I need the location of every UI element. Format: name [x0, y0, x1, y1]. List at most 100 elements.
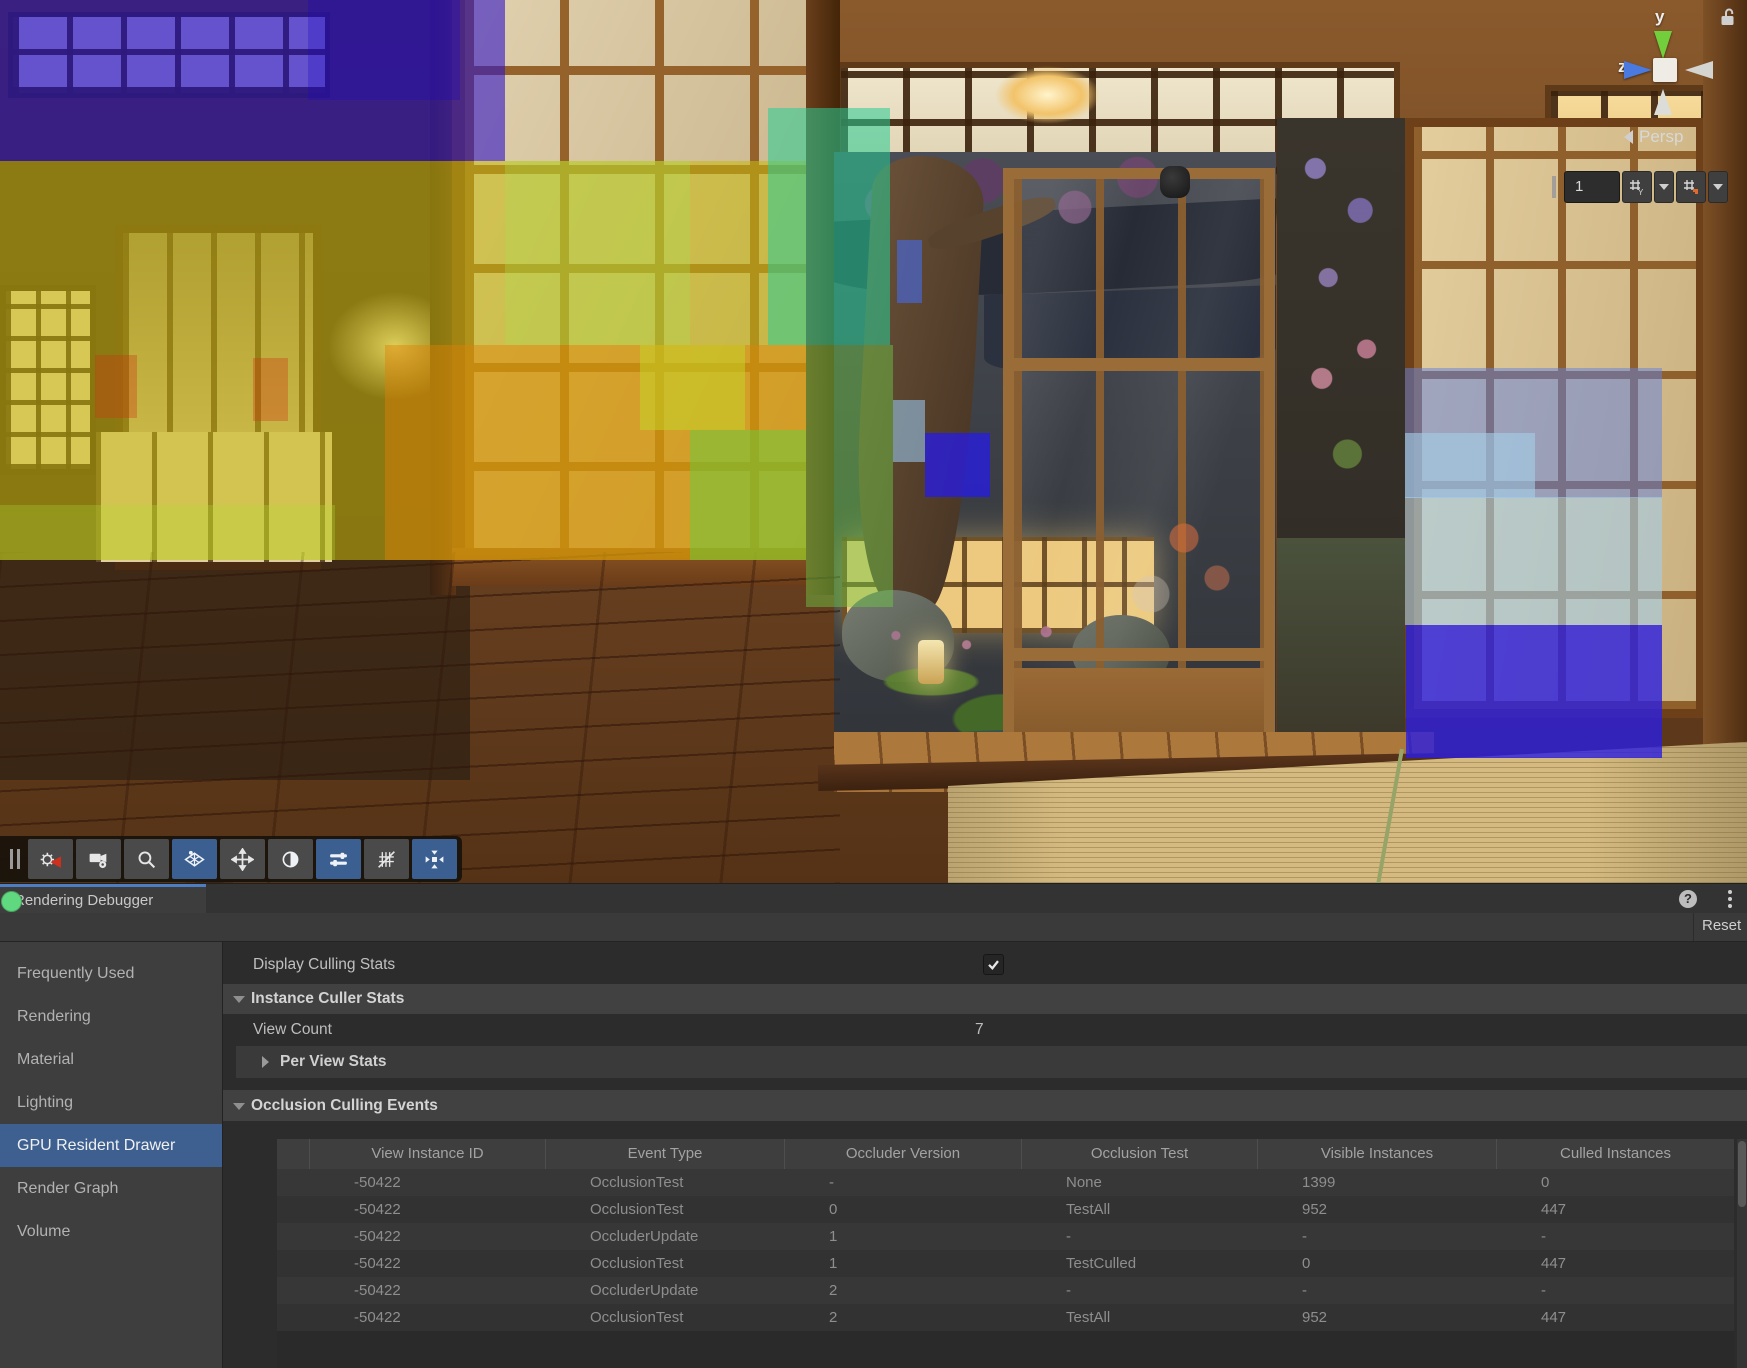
- status-dot-icon: [1, 891, 22, 912]
- main-panel: Display Culling Stats Instance Culler St…: [223, 942, 1747, 1368]
- lock-icon[interactable]: [1720, 7, 1736, 32]
- chevron-down-icon: [1713, 184, 1723, 190]
- help-icon[interactable]: ?: [1679, 890, 1697, 908]
- sidebar-item-frequently-used[interactable]: Frequently Used: [0, 952, 222, 995]
- shaded-wireframe-button[interactable]: [172, 839, 217, 879]
- move-tool-button[interactable]: [220, 839, 265, 879]
- view-count-value: 7: [975, 1021, 984, 1039]
- debugger-content: Frequently UsedRenderingMaterialLighting…: [0, 942, 1747, 1368]
- column-header: Occlusion Test: [1021, 1139, 1257, 1169]
- view-count-row: View Count 7: [223, 1014, 1747, 1046]
- table-row[interactable]: -50422OccluderUpdate1---: [277, 1223, 1734, 1250]
- reset-button[interactable]: Reset: [1702, 917, 1741, 934]
- instance-culler-stats-title: Instance Culler Stats: [251, 990, 404, 1008]
- projection-toggle[interactable]: Persp: [1624, 127, 1683, 147]
- down-axis-cone[interactable]: [1654, 89, 1672, 115]
- tab-rendering-debugger[interactable]: Rendering Debugger: [0, 884, 206, 914]
- effects-debug-button[interactable]: [28, 839, 73, 879]
- table-cell: 1: [784, 1223, 1021, 1250]
- persp-chevron-icon: [1624, 130, 1633, 144]
- persp-label: Persp: [1639, 127, 1683, 147]
- scene-camera-button[interactable]: [76, 839, 121, 879]
- table-cell: 2: [784, 1304, 1021, 1331]
- unity-editor: y z Persp 1 Y: [0, 0, 1747, 1368]
- column-header-spacer: [277, 1139, 309, 1169]
- table-cell: OccluderUpdate: [545, 1277, 784, 1304]
- sidebar-item-material[interactable]: Material: [0, 1038, 222, 1081]
- events-table: View Instance IDEvent TypeOccluder Versi…: [277, 1139, 1734, 1368]
- overlay-deepblue-small: [925, 433, 990, 497]
- spacer: [223, 1078, 1747, 1090]
- grid-visibility-button[interactable]: [364, 839, 409, 879]
- foldout-open-icon: [233, 1103, 245, 1110]
- scrollbar-thumb[interactable]: [1738, 1141, 1746, 1207]
- foldout-open-icon: [233, 996, 245, 1003]
- table-scrollbar[interactable]: [1737, 1139, 1747, 1368]
- table-cell: -50422: [309, 1196, 545, 1223]
- column-header: Occluder Version: [784, 1139, 1021, 1169]
- toolbar-handle-icon[interactable]: [1552, 176, 1556, 198]
- grid-snap-toolbar: 1 Y: [1552, 170, 1747, 204]
- table-row[interactable]: -50422OcclusionTest1TestCulled0447: [277, 1250, 1734, 1277]
- table-cell: 0: [784, 1196, 1021, 1223]
- table-cell: -: [1021, 1277, 1257, 1304]
- table-cell: 2: [784, 1277, 1021, 1304]
- table-cell: -50422: [309, 1250, 545, 1277]
- z-axis-cone[interactable]: [1624, 61, 1652, 79]
- sidebar-item-rendering[interactable]: Rendering: [0, 995, 222, 1038]
- table-row[interactable]: -50422OcclusionTest0TestAll952447: [277, 1196, 1734, 1223]
- table-cell: 447: [1496, 1304, 1734, 1331]
- scene-view[interactable]: y z Persp 1 Y: [0, 0, 1747, 883]
- table-cell: 952: [1257, 1304, 1496, 1331]
- table-cell: 1399: [1257, 1169, 1496, 1196]
- table-row[interactable]: -50422OcclusionTest2TestAll952447: [277, 1304, 1734, 1331]
- sidebar-item-gpu-resident-drawer[interactable]: GPU Resident Drawer: [0, 1124, 222, 1167]
- y-axis-cone[interactable]: [1654, 31, 1672, 59]
- display-culling-stats-label: Display Culling Stats: [253, 956, 395, 974]
- x-axis-cone[interactable]: [1685, 61, 1713, 79]
- grid-snap-dropdown[interactable]: [1708, 171, 1728, 203]
- overlay-green-inset: [690, 430, 806, 560]
- table-cell: TestAll: [1021, 1196, 1257, 1223]
- per-view-stats-foldout[interactable]: Per View Stats: [236, 1046, 1747, 1078]
- occlusion-culling-events-foldout[interactable]: Occlusion Culling Events: [223, 1090, 1747, 1121]
- table-cell: 952: [1257, 1196, 1496, 1223]
- table-cell: OcclusionTest: [545, 1250, 784, 1277]
- table-row[interactable]: -50422OcclusionTest-None13990: [277, 1169, 1734, 1196]
- table-cell: -: [1257, 1277, 1496, 1304]
- sidebar-item-lighting[interactable]: Lighting: [0, 1081, 222, 1124]
- scene-debug-toolbar: [0, 836, 462, 882]
- events-table-header: View Instance IDEvent TypeOccluder Versi…: [277, 1139, 1734, 1169]
- overlay-lightblue-right-upper: [1405, 433, 1535, 498]
- grid-axis-button[interactable]: Y: [1622, 171, 1652, 203]
- overlay-green-right-strip: [806, 345, 893, 607]
- per-view-stats-title: Per View Stats: [280, 1053, 387, 1071]
- table-cell: 1: [784, 1250, 1021, 1277]
- grid-axis-dropdown[interactable]: [1654, 171, 1674, 203]
- grid-size-input[interactable]: 1: [1564, 171, 1620, 203]
- overlay-sliders-button[interactable]: [316, 839, 361, 879]
- table-cell: -: [1496, 1277, 1734, 1304]
- table-cell: 0: [1496, 1169, 1734, 1196]
- table-cell: -: [784, 1169, 1021, 1196]
- gizmo-y-label: y: [1655, 7, 1664, 27]
- divider: [1693, 913, 1694, 942]
- orientation-gizmo[interactable]: y z Persp: [1590, 5, 1747, 170]
- table-cell: OcclusionTest: [545, 1169, 784, 1196]
- table-row[interactable]: -50422OccluderUpdate2---: [277, 1277, 1734, 1304]
- grid-snap-button[interactable]: [1676, 171, 1706, 203]
- table-cell: OcclusionTest: [545, 1196, 784, 1223]
- kebab-menu-icon[interactable]: [1728, 890, 1732, 908]
- instance-culler-stats-foldout[interactable]: Instance Culler Stats: [223, 984, 1747, 1014]
- occlusion-culling-events-title: Occlusion Culling Events: [251, 1097, 438, 1115]
- search-button[interactable]: [124, 839, 169, 879]
- sidebar-item-volume[interactable]: Volume: [0, 1210, 222, 1253]
- sidebar-item-render-graph[interactable]: Render Graph: [0, 1167, 222, 1210]
- drag-handle-icon[interactable]: [10, 849, 20, 869]
- center-pivot-button[interactable]: [412, 839, 457, 879]
- table-cell: TestCulled: [1021, 1250, 1257, 1277]
- sidebar: Frequently UsedRenderingMaterialLighting…: [0, 942, 223, 1368]
- gizmo-cube[interactable]: [1653, 58, 1677, 82]
- lighting-toggle-button[interactable]: [268, 839, 313, 879]
- display-culling-stats-checkbox[interactable]: [983, 954, 1004, 975]
